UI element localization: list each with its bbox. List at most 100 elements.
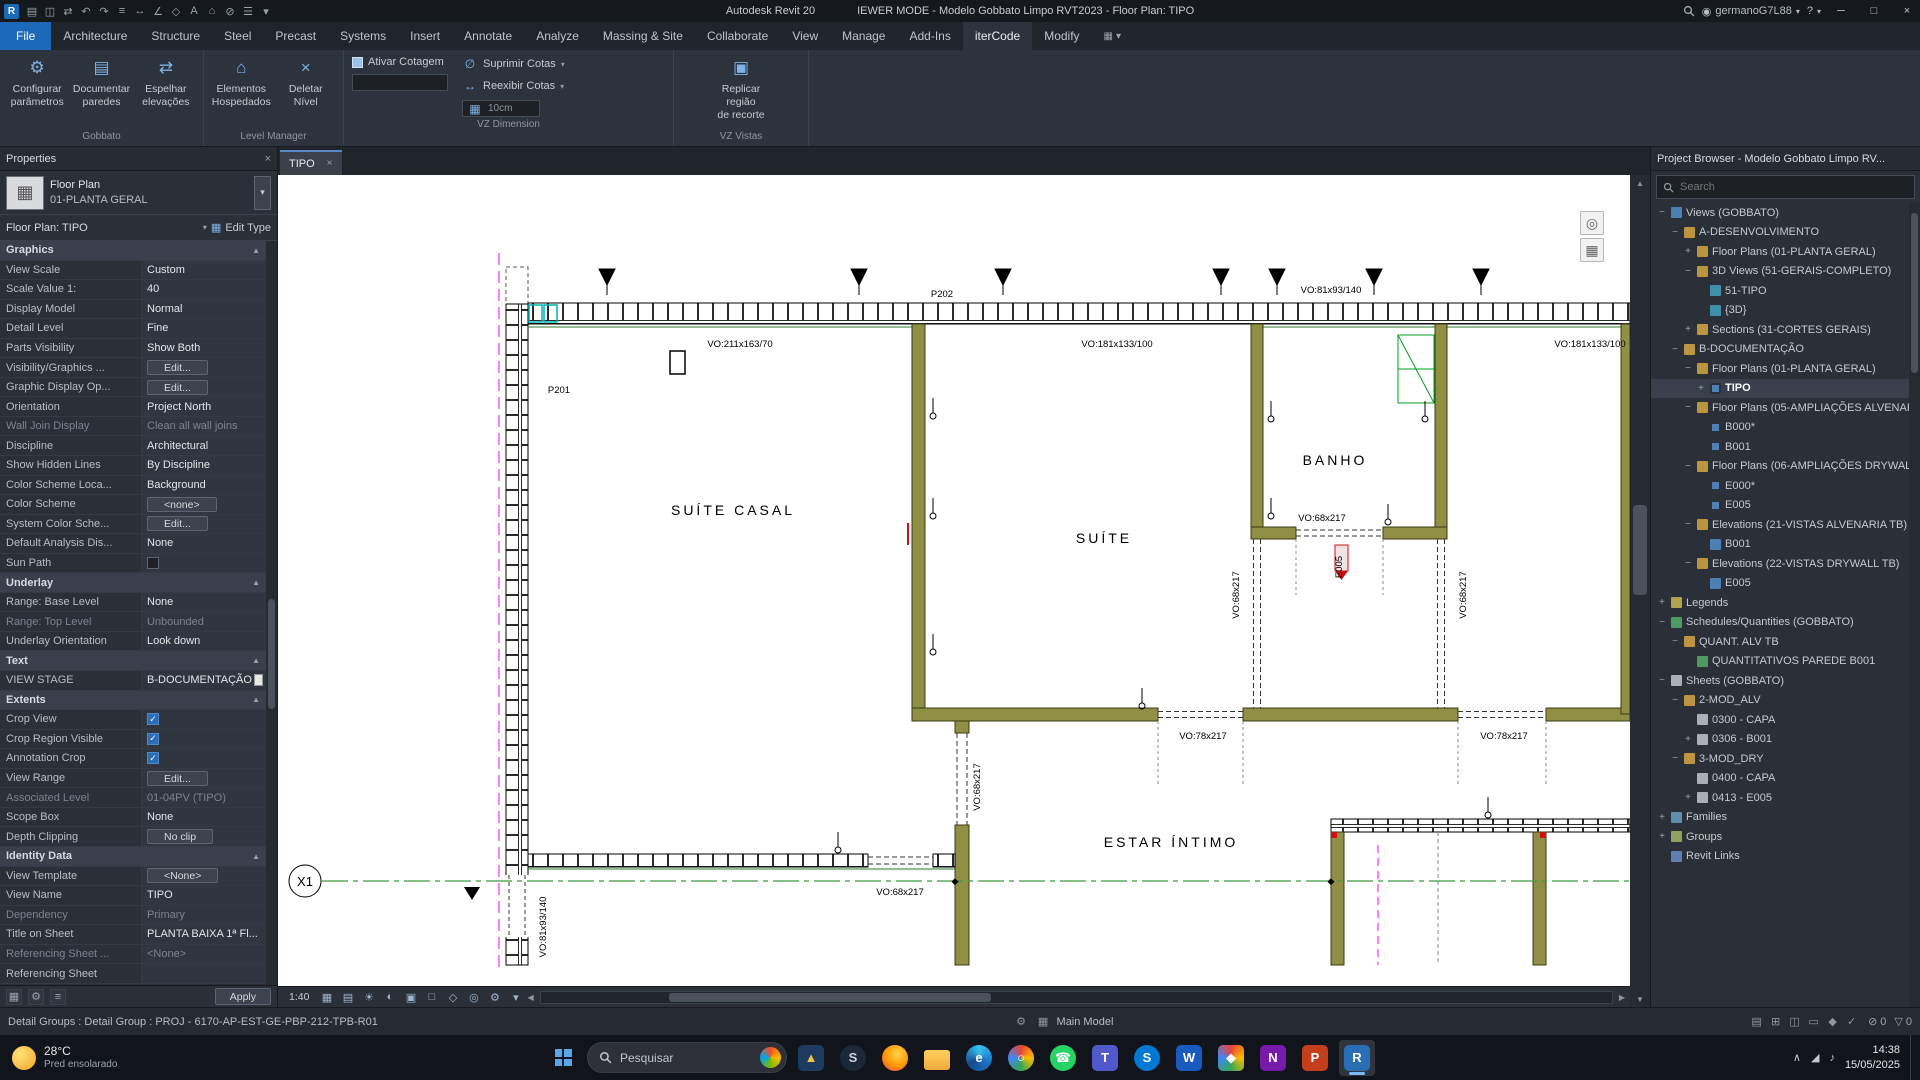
section-icon[interactable]: ⊘ (221, 2, 239, 20)
property-value-associated-level[interactable]: 01-04PV (TIPO) (142, 788, 266, 807)
browser-item-e005[interactable]: E005 (1651, 496, 1909, 516)
browser-scrollbar[interactable] (1909, 203, 1920, 1007)
type-selector-dropdown[interactable]: ▾ (254, 176, 271, 210)
checkbox[interactable] (147, 557, 159, 569)
property-value-graphic-display-op[interactable]: Edit... (142, 378, 266, 397)
expand-icon[interactable]: − (1670, 636, 1680, 647)
open-icon[interactable]: ▤ (23, 2, 41, 20)
panel-label-gobbato[interactable]: Gobbato (0, 129, 203, 146)
expand-icon[interactable]: − (1670, 753, 1680, 764)
aligned-dimension-icon[interactable]: ∠ (149, 2, 167, 20)
drawing-canvas[interactable]: X1 SUÍTE CASALSUÍTEBANHOESTAR ÍNTIMOP202… (278, 175, 1630, 986)
dimension-label-vo-68x217[interactable]: VO:68x217 (972, 763, 983, 811)
properties-section-graphics[interactable]: Graphics▲ (0, 241, 266, 261)
view-template-button[interactable]: <None> (147, 868, 218, 883)
property-value-show-hidden-lines[interactable]: By Discipline (142, 456, 266, 475)
property-value-dependency[interactable]: Primary (142, 906, 266, 925)
dimension-label-vo-81x93-140[interactable]: VO:81x93/140 (538, 897, 549, 958)
collapse-icon[interactable]: ▲ (252, 695, 260, 704)
room-label-banho[interactable]: BANHO (1303, 452, 1368, 468)
apply-button[interactable]: Apply (215, 988, 271, 1005)
browser-item-sheets-gobbato[interactable]: −Sheets (GOBBATO) (1651, 671, 1909, 691)
scroll-down-icon[interactable]: ▼ (1630, 991, 1650, 1007)
thin-lines-icon[interactable]: ☰ (239, 2, 257, 20)
property-value-detail-level[interactable]: Fine (142, 319, 266, 338)
active-workset-selector[interactable]: ⚙ ▦ Main Model (1013, 1013, 1114, 1030)
checkbox[interactable]: ✓ (147, 733, 159, 745)
browser-item-schedules-quantities-gobbato[interactable]: −Schedules/Quantities (GOBBATO) (1651, 613, 1909, 633)
zoom-icon[interactable]: ▦ (1580, 238, 1604, 262)
properties-section-identity-data[interactable]: Identity Data▲ (0, 847, 266, 867)
bathroom-fixtures[interactable] (1398, 335, 1434, 403)
default-3d-view-icon[interactable]: ⌂ (203, 2, 221, 20)
property-value-wall-join-display[interactable]: Clean all wall joins (142, 417, 266, 436)
property-value-color-scheme[interactable]: <none> (142, 495, 266, 514)
onenote-icon[interactable]: N (1255, 1040, 1291, 1076)
room-label-su-te[interactable]: SUÍTE (1076, 530, 1132, 546)
ribbon-tab-insert[interactable]: Insert (398, 22, 452, 50)
property-value-system-color-sche[interactable]: Edit... (142, 515, 266, 534)
firefox-icon[interactable]: F (877, 1040, 913, 1076)
ribbon-tab-itercode[interactable]: iterCode (963, 22, 1032, 50)
ribbon-tab-steel[interactable]: Steel (212, 22, 263, 50)
visibility-graphics-button[interactable]: Edit... (147, 360, 208, 375)
browser-item-0306-b001[interactable]: +0306 - B001 (1651, 730, 1909, 750)
browser-item-0300-capa[interactable]: 0300 - CAPA (1651, 710, 1909, 730)
clock[interactable]: 14:38 15/05/2025 (1845, 1043, 1900, 1072)
expand-icon[interactable]: − (1657, 675, 1667, 686)
skype-icon[interactable]: S (1129, 1040, 1165, 1076)
select-by-face-icon[interactable]: ◆ (1824, 1013, 1841, 1030)
expand-icon[interactable]: + (1657, 597, 1667, 608)
property-value-color-scheme-loca[interactable]: Background (142, 476, 266, 495)
cotagem-combobox[interactable] (352, 74, 448, 91)
browser-item-quant-alv-tb[interactable]: −QUANT. ALV TB (1651, 632, 1909, 652)
temporary-hide-isolate-icon[interactable]: ◇ (443, 989, 462, 1006)
property-value-sun-path[interactable] (142, 554, 266, 573)
property-value-scope-box[interactable]: None (142, 808, 266, 827)
browser-item-0400-capa[interactable]: 0400 - CAPA (1651, 769, 1909, 789)
checkbox[interactable]: ✓ (147, 752, 159, 764)
property-value-range-top-level[interactable]: Unbounded (142, 612, 266, 631)
property-value-scale-value-1[interactable]: 40 (142, 280, 266, 299)
property-value-parts-visibility[interactable]: Show Both (142, 339, 266, 358)
exclusion-count[interactable]: ⊘0 (1868, 1015, 1886, 1028)
dimension-label-vo-78x217[interactable]: VO:78x217 (1480, 731, 1528, 742)
property-value-discipline[interactable]: Architectural (142, 436, 266, 455)
expand-icon[interactable]: + (1683, 246, 1693, 257)
view-tab-tipo[interactable]: TIPO × (280, 150, 342, 175)
expand-icon[interactable]: + (1657, 831, 1667, 842)
properties-section-extents[interactable]: Extents▲ (0, 691, 266, 711)
espelhar-eleva-es-button[interactable]: ⇄Espelharelevações (135, 54, 197, 109)
ribbon-tab-add-ins[interactable]: Add-Ins (897, 22, 962, 50)
ribbon-tab-architecture[interactable]: Architecture (51, 22, 139, 50)
ribbon-tab-systems[interactable]: Systems (328, 22, 398, 50)
dimension-label-vo-81x93-140[interactable]: VO:81x93/140 (1301, 285, 1362, 296)
minimize-button[interactable]: ─ (1828, 0, 1854, 22)
property-value-annotation-crop[interactable]: ✓ (142, 749, 266, 768)
spot-elevation-marker[interactable] (464, 887, 480, 900)
scroll-right-icon[interactable]: ▶ (1619, 993, 1625, 1002)
tag-icon[interactable]: ◇ (167, 2, 185, 20)
property-value-view-name[interactable]: TIPO (142, 886, 266, 905)
browser-item-3d[interactable]: {3D} (1651, 301, 1909, 321)
browser-item-b-documenta-o[interactable]: −B-DOCUMENTAÇÃO (1651, 340, 1909, 360)
properties-scrollbar[interactable] (266, 362, 277, 985)
property-value-crop-region-visible[interactable]: ✓ (142, 730, 266, 749)
browser-item-elevations-21-vistas-alvenaria-tb[interactable]: −Elevations (21-VISTAS ALVENARIA TB) (1651, 515, 1909, 535)
property-value-default-analysis-dis[interactable]: None (142, 534, 266, 553)
browser-item-elevations-22-vistas-drywall-tb[interactable]: −Elevations (22-VISTAS DRYWALL TB) (1651, 554, 1909, 574)
crop-view-icon[interactable]: □ (422, 989, 441, 1006)
scale-button[interactable]: 1:40 (283, 991, 315, 1003)
property-value-crop-view[interactable]: ✓ (142, 710, 266, 729)
property-value-visibility-graphics[interactable]: Edit... (142, 358, 266, 377)
browser-item-b000[interactable]: B000* (1651, 418, 1909, 438)
type-combobox[interactable]: Floor Plan: TIPO ▾ (6, 222, 207, 234)
show-desktop-button[interactable] (1910, 1035, 1914, 1080)
browser-item-a-desenvolvimento[interactable]: −A-DESENVOLVIMENTO (1651, 223, 1909, 243)
select-pinned-icon[interactable]: ▭ (1805, 1013, 1822, 1030)
collapse-icon[interactable]: ▲ (252, 578, 260, 587)
browser-item-sections-31-cortes-gerais[interactable]: +Sections (31-CORTES GERAIS) (1651, 320, 1909, 340)
browser-item-e000[interactable]: E000* (1651, 476, 1909, 496)
reexibir-cotas-button[interactable]: ↔Reexibir Cotas▾ (462, 78, 565, 94)
suprimir-cotas-button[interactable]: ∅Suprimir Cotas▾ (462, 56, 565, 72)
